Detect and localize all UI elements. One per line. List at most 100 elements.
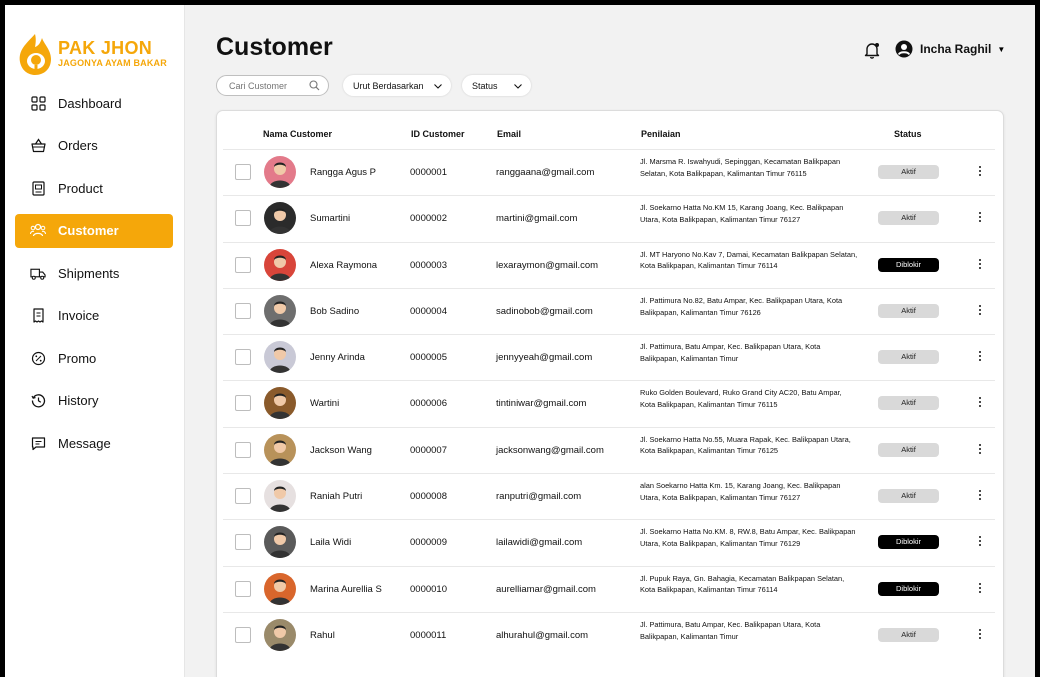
customer-id: 0000011	[410, 629, 447, 641]
column-header-name[interactable]: Nama Customer	[263, 129, 332, 139]
status-badge[interactable]: Diblokir	[878, 535, 939, 550]
more-options-icon[interactable]	[977, 302, 983, 318]
product-box-icon	[30, 180, 46, 196]
row-checkbox[interactable]	[235, 349, 251, 366]
row-checkbox[interactable]	[235, 302, 251, 319]
sidebar-item-invoice[interactable]: Invoice	[15, 299, 173, 333]
column-header-email[interactable]: Email	[497, 129, 521, 139]
row-checkbox[interactable]	[235, 395, 251, 412]
table-header: Nama Customer ID Customer Email Penilaia…	[217, 129, 1003, 143]
table-row[interactable]: Rangga Agus P 0000001 ranggaana@gmail.com J…	[223, 149, 995, 195]
more-options-icon[interactable]	[977, 256, 983, 272]
table-row[interactable]: Jenny Arinda 0000005 jennyyeah@gmail.com Jl…	[223, 334, 995, 380]
table-row[interactable]: Jackson Wang 0000007 jacksonwang@gmail.com…	[223, 426, 995, 473]
status-badge[interactable]: Aktif	[878, 489, 939, 504]
more-options-icon[interactable]	[977, 580, 983, 596]
avatar	[264, 526, 296, 559]
users-icon	[30, 223, 46, 239]
sidebar-item-message[interactable]: Message	[15, 426, 173, 460]
sidebar-item-label: Product	[58, 180, 103, 196]
customer-address: Jl. Pattimura, Batu Ampar, Kec. Balikpap…	[640, 342, 821, 363]
table-row[interactable]: Rahul 0000011 alhurahul@gmail.com Jl. Patti…	[223, 611, 995, 658]
table-row[interactable]: Wartini 0000006 tintiniwar@gmail.com Ruko G…	[223, 380, 995, 426]
percent-badge-icon	[30, 350, 46, 366]
customer-email: ranggaana@gmail.com	[496, 167, 595, 178]
chevron-down-icon	[434, 83, 442, 89]
column-header-rating[interactable]: Penilaian	[641, 129, 681, 139]
customer-id: 0000004	[410, 305, 447, 317]
table-row[interactable]: Alexa Raymona 0000003 lexaraymon@gmail.com…	[223, 241, 995, 288]
customer-id: 0000007	[410, 444, 447, 456]
customer-email: alhurahul@gmail.com	[496, 629, 589, 641]
sidebar-item-promo[interactable]: Promo	[15, 341, 173, 375]
table-row[interactable]: Bob Sadino 0000004 sadinobob@gmail.com Jl. …	[223, 287, 995, 334]
row-checkbox[interactable]	[235, 256, 251, 273]
sidebar-item-shipments[interactable]: Shipments	[15, 256, 173, 290]
more-options-icon[interactable]	[977, 533, 983, 549]
search-box	[216, 75, 329, 96]
customer-address: alan Soekarno Hatta Km. 15, Karang Joang…	[640, 481, 841, 502]
row-checkbox[interactable]	[235, 441, 251, 458]
status-badge[interactable]: Aktif	[878, 442, 939, 457]
sidebar-item-label: History	[58, 393, 99, 408]
row-checkbox[interactable]	[235, 580, 251, 597]
customer-email: aurelliamar@gmail.com	[496, 583, 596, 595]
customer-name: Rahul	[310, 629, 335, 641]
status-badge[interactable]: Aktif	[878, 396, 939, 411]
avatar	[264, 294, 296, 327]
more-options-icon[interactable]	[977, 394, 983, 410]
search-input[interactable]	[229, 80, 309, 91]
avatar	[264, 572, 296, 605]
row-checkbox[interactable]	[235, 488, 251, 505]
more-options-icon[interactable]	[977, 163, 983, 179]
table-row[interactable]: Laila Widi 0000009 lailawidi@gmail.com Jl. …	[223, 519, 995, 565]
brand-logo[interactable]: PAK JHON JAGONYA AYAM BAKAR	[16, 32, 167, 76]
flame-chicken-logo-icon	[19, 34, 51, 75]
more-options-icon[interactable]	[977, 348, 983, 364]
more-options-icon[interactable]	[977, 209, 983, 225]
more-options-icon[interactable]	[977, 626, 983, 642]
status-dropdown[interactable]: Status	[462, 75, 531, 96]
truck-icon	[30, 265, 46, 281]
sidebar-item-dashboard[interactable]: Dashboard	[15, 86, 173, 120]
status-badge[interactable]: Aktif	[878, 350, 939, 365]
sidebar-item-customer[interactable]: Customer	[15, 213, 173, 248]
customer-name: Jenny Arinda	[310, 352, 365, 364]
avatar	[264, 341, 296, 374]
customer-email: sadinobob@gmail.com	[496, 305, 593, 317]
more-options-icon[interactable]	[977, 487, 983, 503]
customer-email: jacksonwang@gmail.com	[496, 444, 604, 456]
row-checkbox[interactable]	[235, 210, 251, 227]
search-icon[interactable]	[309, 80, 320, 91]
sidebar-item-history[interactable]: History	[15, 384, 173, 418]
status-badge[interactable]: Diblokir	[878, 257, 939, 272]
customer-name: Jackson Wang	[310, 444, 372, 456]
row-checkbox[interactable]	[235, 626, 251, 643]
user-menu[interactable]: Incha Raghil ▼	[895, 40, 1005, 58]
status-badge[interactable]: Aktif	[878, 165, 939, 179]
row-checkbox[interactable]	[235, 534, 251, 551]
sidebar-item-orders[interactable]: Orders	[15, 129, 173, 163]
avatar	[264, 618, 296, 651]
column-header-id[interactable]: ID Customer	[411, 129, 465, 139]
status-badge[interactable]: Diblokir	[878, 581, 939, 596]
customer-id: 0000009	[410, 537, 447, 549]
avatar	[264, 202, 296, 235]
table-row[interactable]: Marina Aurellia S 0000010 aurelliamar@gmai…	[223, 565, 995, 612]
status-badge[interactable]: Aktif	[878, 303, 939, 318]
grid-icon	[30, 95, 46, 111]
status-badge[interactable]: Aktif	[878, 627, 939, 642]
bell-notification-icon[interactable]	[863, 41, 881, 59]
more-options-icon[interactable]	[977, 441, 983, 457]
row-checkbox[interactable]	[235, 164, 251, 180]
table-row[interactable]: Sumartini 0000002 martini@gmail.com Jl. Soe…	[223, 195, 995, 241]
sidebar-item-label: Customer	[58, 223, 119, 238]
sidebar-item-product[interactable]: Product	[15, 171, 173, 205]
status-badge[interactable]: Aktif	[878, 211, 939, 226]
sort-dropdown[interactable]: Urut Berdasarkan	[343, 75, 451, 96]
customer-id: 0000001	[410, 167, 447, 178]
column-header-status[interactable]: Status	[894, 129, 922, 139]
table-row[interactable]: Raniah Putri 0000008 ranputri@gmail.com ala…	[223, 473, 995, 519]
customer-email: lexaraymon@gmail.com	[496, 259, 599, 271]
receipt-icon	[30, 308, 46, 324]
